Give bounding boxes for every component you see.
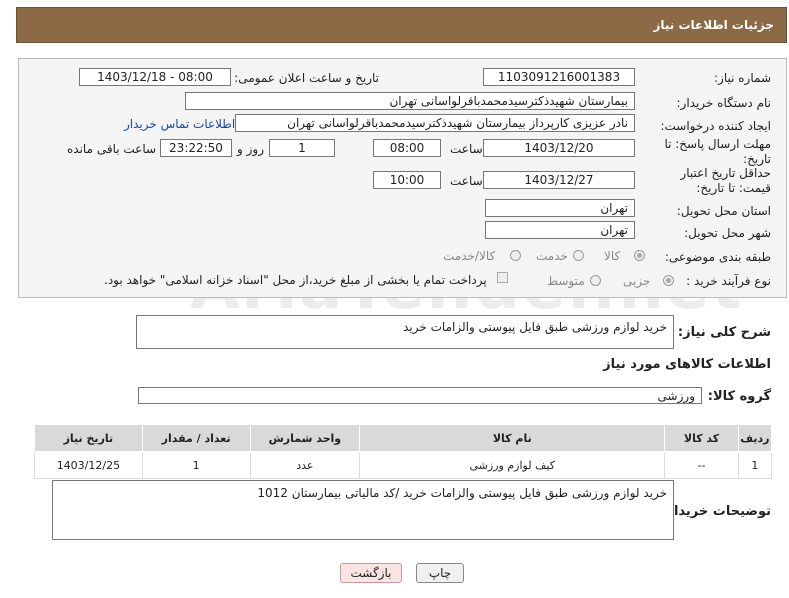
remaining-time-field: 23:22:50 bbox=[160, 139, 232, 157]
price-validity-date-field: 1403/12/27 bbox=[483, 171, 635, 189]
table-row: 1 -- کیف لوازم ورزشی عدد 1 1403/12/25 bbox=[34, 451, 773, 479]
price-validity-time-label: ساعت bbox=[450, 174, 483, 188]
announce-field: 1403/12/18 - 08:00 bbox=[79, 68, 231, 86]
city-field: تهران bbox=[485, 221, 635, 239]
province-label: استان محل تحویل: bbox=[676, 204, 771, 218]
city-label: شهر محل تحویل: bbox=[684, 226, 771, 240]
col-unit: واحد شمارش bbox=[249, 424, 361, 452]
cell-date: 1403/12/25 bbox=[34, 451, 143, 479]
description-label: شرح کلی نیاز: bbox=[677, 325, 771, 340]
category-option-both: کالا/خدمت bbox=[443, 249, 496, 263]
deadline-date-field: 1403/12/20 bbox=[483, 139, 635, 157]
days-label: روز و bbox=[237, 142, 264, 156]
category-radio-service[interactable] bbox=[573, 250, 584, 261]
purchase-radio-minor[interactable] bbox=[663, 275, 674, 286]
creator-label: ایجاد کننده درخواست: bbox=[660, 119, 771, 133]
deadline-time-label: ساعت bbox=[450, 142, 483, 156]
page-title: جزئیات اطلاعات نیاز bbox=[653, 18, 774, 32]
cell-name: کیف لوازم ورزشی bbox=[359, 451, 666, 479]
price-validity-time-field: 10:00 bbox=[373, 171, 441, 189]
category-option-goods: کالا bbox=[604, 249, 621, 263]
goods-group-field: ورزشی bbox=[138, 387, 702, 404]
col-code: کد کالا bbox=[664, 424, 739, 452]
description-textarea[interactable]: خرید لوازم ورزشی طبق فایل پیوستی والزاما… bbox=[136, 315, 674, 349]
col-qty: تعداد / مقدار bbox=[141, 424, 251, 452]
col-name: نام کالا bbox=[359, 424, 666, 452]
purchase-type-label: نوع فرآیند خرید : bbox=[686, 274, 771, 288]
cell-unit: عدد bbox=[249, 451, 361, 479]
contact-link[interactable]: اطلاعات تماس خریدار bbox=[124, 117, 235, 131]
back-button[interactable]: بازگشت bbox=[340, 563, 402, 583]
remaining-label: ساعت باقی مانده bbox=[67, 142, 157, 156]
category-radio-both[interactable] bbox=[510, 250, 521, 261]
cell-qty: 1 bbox=[141, 451, 251, 479]
province-field: تهران bbox=[485, 199, 635, 217]
table-header-row: ردیف کد کالا نام کالا واحد شمارش تعداد /… bbox=[34, 424, 773, 452]
purchase-option-medium: متوسط bbox=[547, 274, 585, 288]
col-row: ردیف bbox=[737, 424, 773, 452]
payment-checkbox[interactable] bbox=[497, 272, 508, 283]
need-number-label: شماره نیاز: bbox=[714, 71, 771, 85]
print-button[interactable]: چاپ bbox=[416, 563, 464, 583]
days-field: 1 bbox=[269, 139, 335, 157]
need-number-field: 1103091216001383 bbox=[483, 68, 635, 86]
purchase-option-minor: جزیی bbox=[623, 274, 651, 288]
cell-row: 1 bbox=[737, 451, 773, 479]
buyer-notes-label: توضیحات خریدار: bbox=[661, 504, 771, 519]
cell-code: -- bbox=[664, 451, 739, 479]
goods-group-label: گروه کالا: bbox=[707, 389, 771, 404]
purchase-radio-medium[interactable] bbox=[590, 275, 601, 286]
deadline-label: مهلت ارسال پاسخ: تا تاریخ: bbox=[664, 137, 771, 166]
category-label: طبقه بندی موضوعی: bbox=[664, 250, 771, 264]
buyer-org-label: نام دستگاه خریدار: bbox=[676, 96, 772, 110]
payment-note: پرداخت تمام یا بخشی از مبلغ خرید،از محل … bbox=[104, 273, 487, 287]
buyer-notes-textarea[interactable]: خرید لوازم ورزشی طبق فایل پیوستی والزاما… bbox=[52, 480, 674, 540]
buyer-org-field: بیمارستان شهیدذکترسیدمحمدباقرلواسانی تهر… bbox=[185, 92, 635, 110]
goods-table: ردیف کد کالا نام کالا واحد شمارش تعداد /… bbox=[34, 424, 773, 479]
creator-field: نادر عزیزی کارپرداز بیمارستان شهیدذکترسی… bbox=[235, 114, 635, 132]
goods-section-title: اطلاعات کالاهای مورد نیاز bbox=[603, 357, 771, 372]
col-date: تاریخ نیاز bbox=[34, 424, 143, 452]
announce-label: تاریخ و ساعت اعلان عمومی: bbox=[234, 71, 379, 85]
category-option-service: خدمت bbox=[536, 249, 568, 263]
price-validity-label: حداقل تاریخ اعتبار قیمت: تا تاریخ: bbox=[680, 166, 771, 195]
page-header: جزئیات اطلاعات نیاز bbox=[16, 7, 787, 43]
deadline-time-field: 08:00 bbox=[373, 139, 441, 157]
category-radio-goods[interactable] bbox=[634, 250, 645, 261]
